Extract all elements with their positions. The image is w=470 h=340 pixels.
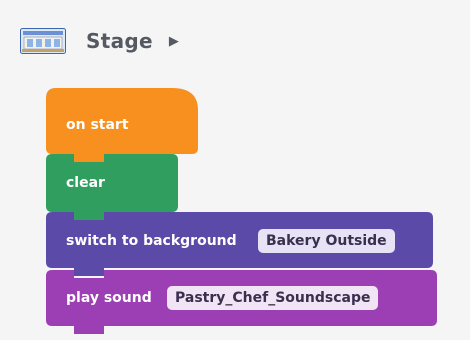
- background-dropdown[interactable]: Bakery Outside: [258, 229, 395, 253]
- switch-background-label: switch to background: [66, 233, 237, 249]
- on-start-label: on start: [66, 117, 129, 133]
- play-sound-label: play sound: [66, 290, 152, 306]
- sound-dropdown[interactable]: Pastry_Chef_Soundscape: [167, 286, 379, 310]
- clear-label: clear: [66, 175, 105, 191]
